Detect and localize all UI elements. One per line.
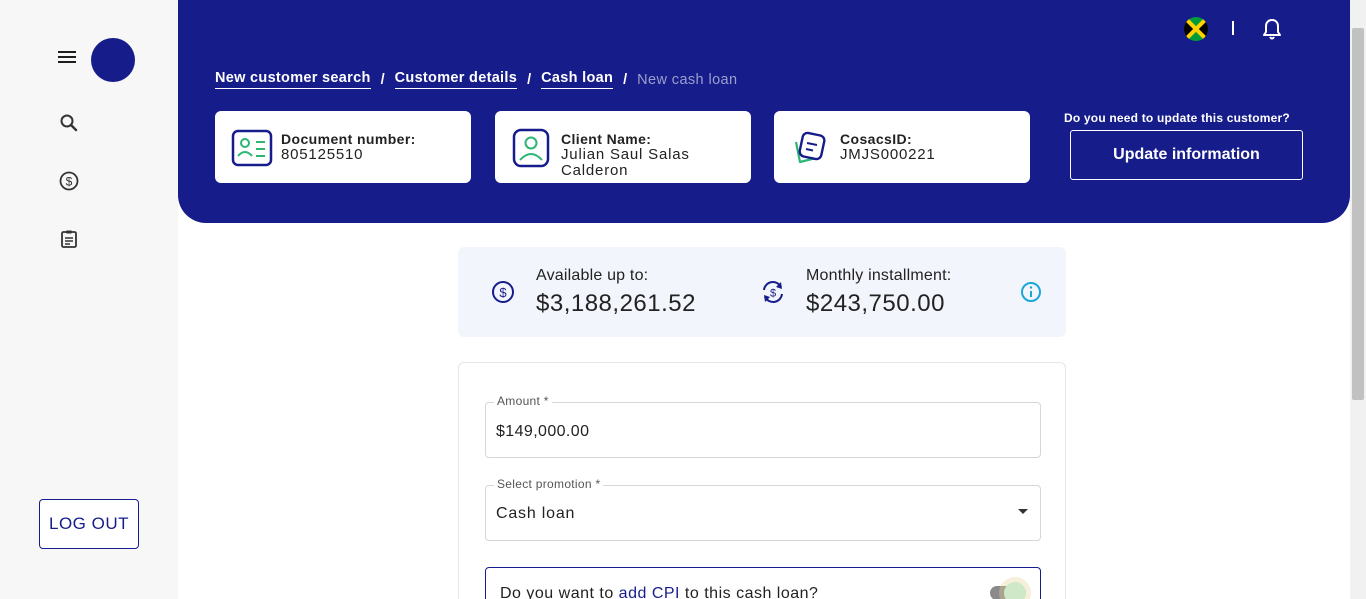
sidebar: $ LOG OUT: [0, 0, 178, 599]
dollar-circle-icon[interactable]: $: [58, 170, 80, 192]
document-number-card: Document number: 805125510: [215, 111, 471, 183]
breadcrumb-new-customer-search[interactable]: New customer search: [215, 70, 371, 89]
svg-text:$: $: [770, 288, 776, 300]
bell-icon[interactable]: [1261, 17, 1283, 41]
info-icon[interactable]: [1020, 281, 1042, 303]
app-root: $ LOG OUT New customer search / Customer…: [0, 0, 1366, 599]
breadcrumb-separator: /: [380, 71, 385, 88]
monthly-installment-label: Monthly installment:: [806, 267, 952, 284]
sticker-icon: [790, 128, 832, 168]
cpi-highlight: add CPI: [618, 585, 680, 599]
client-name-card: Client Name: Julian Saul Salas Calderon: [495, 111, 751, 183]
promotion-label: Select promotion *: [494, 477, 604, 491]
amount-field[interactable]: Amount * $149,000.00: [485, 394, 1041, 458]
scrollbar-thumb[interactable]: [1352, 28, 1364, 400]
client-name-label: Client Name:: [561, 131, 652, 147]
clipboard-icon[interactable]: [58, 228, 80, 250]
dollar-circle-icon: $: [490, 279, 516, 305]
breadcrumb-separator: /: [527, 71, 532, 88]
avatar[interactable]: [91, 38, 135, 82]
breadcrumb-cash-loan[interactable]: Cash loan: [541, 70, 614, 89]
breadcrumb: New customer search / Customer details /…: [215, 70, 737, 89]
update-information-button[interactable]: Update information: [1070, 130, 1303, 180]
cpi-option: Do you want to add CPI to this cash loan…: [485, 567, 1041, 599]
document-number-value: 805125510: [281, 146, 364, 163]
client-name-value: Julian Saul Salas Calderon: [561, 146, 690, 179]
breadcrumb-customer-details[interactable]: Customer details: [394, 70, 518, 89]
amount-value: $149,000.00: [496, 423, 590, 440]
refresh-dollar-icon: $: [760, 279, 786, 305]
amount-label: Amount *: [494, 394, 552, 408]
promotion-select[interactable]: Select promotion * Cash loan: [485, 477, 1041, 541]
available-value: $3,188,261.52: [536, 290, 696, 317]
svg-text:$: $: [66, 175, 73, 189]
scrollbar[interactable]: [1350, 0, 1366, 599]
monthly-installment-value: $243,750.00: [806, 290, 945, 317]
cash-loan-form: Amount * $149,000.00 Select promotion * …: [458, 362, 1066, 599]
id-card-icon: [231, 128, 273, 168]
header: New customer search / Customer details /…: [178, 0, 1350, 223]
document-number-label: Document number:: [281, 131, 416, 147]
chevron-down-icon[interactable]: [1018, 509, 1028, 514]
loan-summary: $ Available up to: $3,188,261.52 $ Month…: [458, 247, 1066, 337]
header-divider: [1232, 21, 1234, 35]
user-icon: [511, 128, 553, 168]
promotion-value: Cash loan: [496, 505, 576, 522]
search-icon[interactable]: [58, 112, 80, 134]
cosacs-id-value: JMJS000221: [840, 146, 936, 163]
update-customer-question: Do you need to update this customer?: [1064, 111, 1290, 125]
cosacs-id-card: CosacsID: JMJS000221: [774, 111, 1030, 183]
hamburger-icon[interactable]: [56, 48, 78, 70]
cpi-toggle[interactable]: [990, 582, 1026, 599]
jamaica-flag-icon[interactable]: [1184, 17, 1208, 41]
breadcrumb-separator: /: [623, 71, 628, 88]
cpi-question: Do you want to add CPI to this cash loan…: [500, 585, 818, 599]
breadcrumb-current: New cash loan: [637, 71, 738, 88]
logout-button[interactable]: LOG OUT: [39, 499, 139, 549]
svg-text:$: $: [499, 285, 507, 300]
cosacs-id-label: CosacsID:: [840, 131, 913, 147]
available-label: Available up to:: [536, 267, 649, 284]
